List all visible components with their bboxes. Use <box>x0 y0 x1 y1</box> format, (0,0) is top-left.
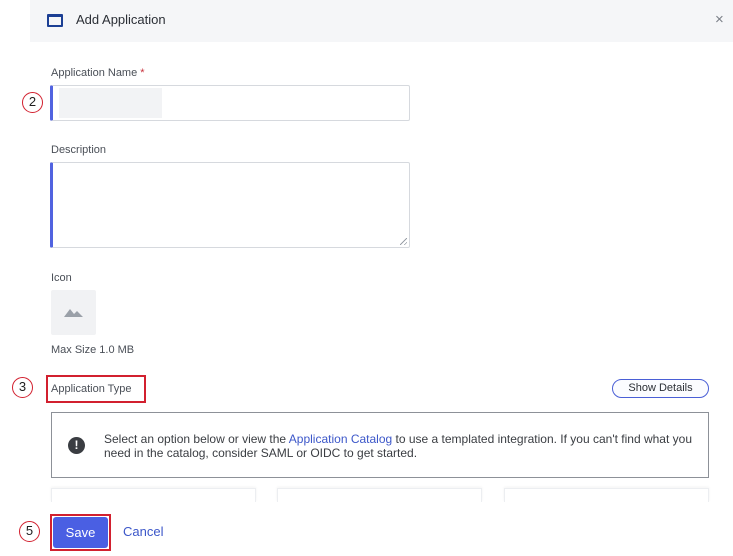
application-name-label: Application Name * <box>51 67 145 79</box>
description-label: Description <box>51 144 107 156</box>
cancel-link[interactable]: Cancel <box>123 524 163 539</box>
save-button[interactable]: Save <box>53 517 108 548</box>
info-text: Select an option below or view the Appli… <box>104 432 694 460</box>
close-icon[interactable]: × <box>715 11 724 28</box>
application-name-label-text: Application Name <box>51 67 138 79</box>
step-marker-5: 5 <box>19 521 40 542</box>
step-marker-2: 2 <box>22 92 43 113</box>
resize-handle-icon[interactable] <box>400 238 407 245</box>
application-type-highlight <box>46 375 146 403</box>
image-placeholder-icon <box>64 309 83 317</box>
application-type-card[interactable] <box>51 488 256 502</box>
application-type-card[interactable] <box>504 488 709 502</box>
info-text-before: Select an option below or view the <box>104 432 289 446</box>
required-marker: * <box>140 67 145 79</box>
icon-max-size: Max Size 1.0 MB <box>51 344 135 356</box>
application-type-card[interactable] <box>277 488 482 502</box>
dialog-header: Add Application × <box>30 0 733 42</box>
application-catalog-link[interactable]: Application Catalog <box>289 432 392 446</box>
step-marker-3: 3 <box>12 377 33 398</box>
description-textarea[interactable] <box>50 162 410 248</box>
application-name-value <box>59 88 162 118</box>
info-icon: ! <box>68 437 85 454</box>
show-details-button[interactable]: Show Details <box>612 379 709 398</box>
icon-upload[interactable] <box>51 290 96 335</box>
icon-label: Icon <box>51 272 72 284</box>
application-name-input[interactable] <box>50 85 410 121</box>
window-icon <box>47 14 63 27</box>
dialog-title: Add Application <box>76 12 166 27</box>
info-callout: ! Select an option below or view the App… <box>51 412 709 478</box>
